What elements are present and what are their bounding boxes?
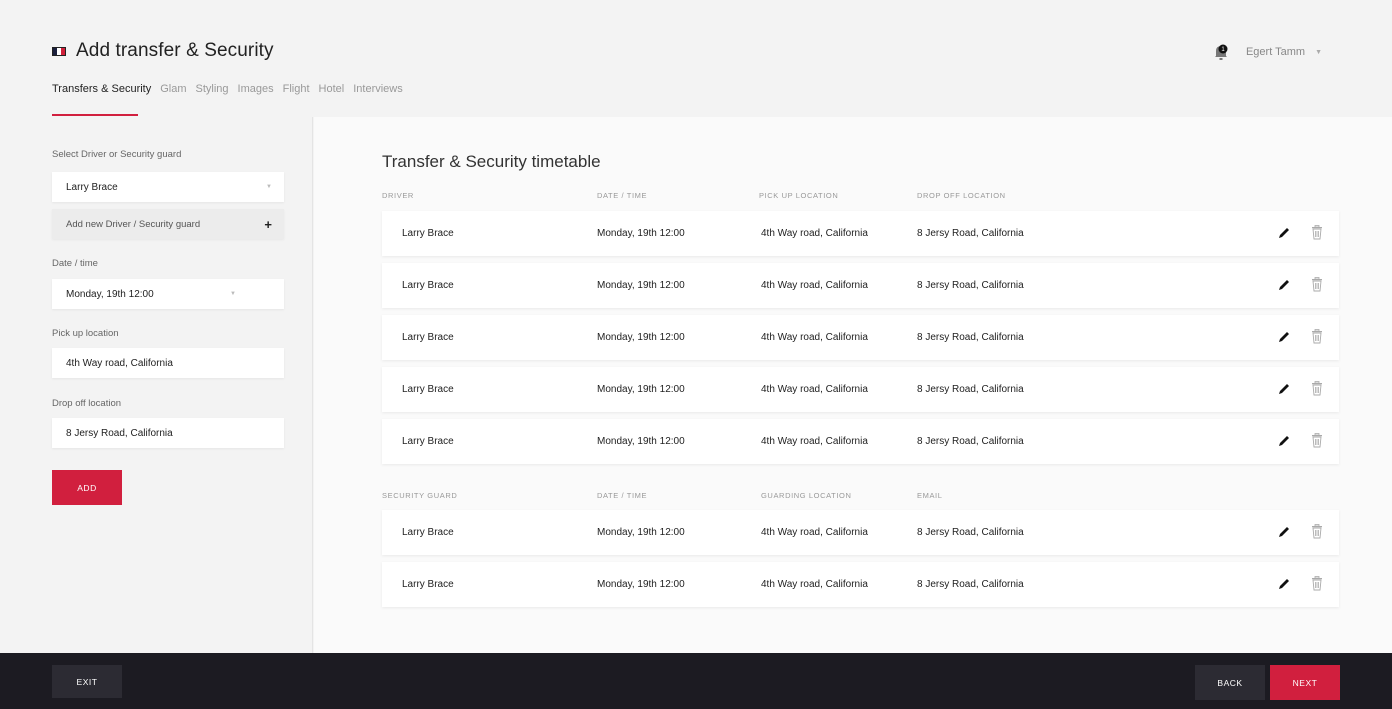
cell-date-time: Monday, 19th 12:00 xyxy=(597,436,685,447)
cell-location: 4th Way road, California xyxy=(761,280,868,291)
col-head-driver: DRIVER xyxy=(382,191,414,200)
col-head-guarding-location: GUARDING LOCATION xyxy=(761,491,852,500)
col-head-date-time: DATE / TIME xyxy=(597,191,648,200)
tab-transfers-security[interactable]: Transfers & Security xyxy=(52,83,151,95)
cell-name: Larry Brace xyxy=(402,280,454,291)
cell-secondary: 8 Jersy Road, California xyxy=(917,384,1024,395)
cell-name: Larry Brace xyxy=(402,332,454,343)
chevron-down-icon: ▼ xyxy=(230,291,236,297)
cell-name: Larry Brace xyxy=(402,436,454,447)
col-head-email: EMAIL xyxy=(917,491,943,500)
table-row: Larry Brace Monday, 19th 12:00 4th Way roa… xyxy=(382,562,1339,607)
cell-location: 4th Way road, California xyxy=(761,436,868,447)
dropoff-label: Drop off location xyxy=(52,398,122,409)
cell-secondary: 8 Jersy Road, California xyxy=(917,280,1024,291)
col-head-pickup: PICK UP LOCATION xyxy=(759,191,839,200)
cell-location: 4th Way road, California xyxy=(761,332,868,343)
trash-icon[interactable] xyxy=(1311,329,1323,344)
page-footer: EXIT BACK NEXT xyxy=(0,653,1392,709)
active-tab-indicator xyxy=(52,114,138,116)
cell-name: Larry Brace xyxy=(402,579,454,590)
col-head-date-time: DATE / TIME xyxy=(597,491,648,500)
date-time-select[interactable]: Monday, 19th 12:00 ▼ xyxy=(52,279,284,309)
pickup-location-input[interactable]: 4th Way road, California xyxy=(52,348,284,378)
date-time-value: Monday, 19th 12:00 xyxy=(66,288,154,300)
edit-icon[interactable] xyxy=(1277,382,1291,396)
table-row: Larry Brace Monday, 19th 12:00 4th Way roa… xyxy=(382,510,1339,555)
cell-date-time: Monday, 19th 12:00 xyxy=(597,384,685,395)
col-head-security-guard: SECURITY GUARD xyxy=(382,491,458,500)
col-head-dropoff: DROP OFF LOCATION xyxy=(917,191,1006,200)
tab-flight[interactable]: Flight xyxy=(283,83,310,95)
table-row: Larry Brace Monday, 19th 12:00 4th Way roa… xyxy=(382,367,1339,412)
edit-icon[interactable] xyxy=(1277,525,1291,539)
cell-date-time: Monday, 19th 12:00 xyxy=(597,579,685,590)
tab-glam[interactable]: Glam xyxy=(160,83,186,95)
timetable-panel: Transfer & Security timetable DRIVER DAT… xyxy=(314,117,1392,653)
table-row: Larry Brace Monday, 19th 12:00 4th Way roa… xyxy=(382,211,1339,256)
title-row: Add transfer & Security xyxy=(52,40,274,62)
page-header: Add transfer & Security Transfers & Secu… xyxy=(0,0,1392,117)
trash-icon[interactable] xyxy=(1311,433,1323,448)
edit-icon[interactable] xyxy=(1277,226,1291,240)
dropoff-location-value: 8 Jersy Road, California xyxy=(66,427,173,439)
table-row: Larry Brace Monday, 19th 12:00 4th Way roa… xyxy=(382,315,1339,360)
add-new-label: Add new Driver / Security guard xyxy=(66,218,201,230)
add-new-driver-button[interactable]: Add new Driver / Security guard + xyxy=(52,209,284,239)
edit-icon[interactable] xyxy=(1277,278,1291,292)
cell-location: 4th Way road, California xyxy=(761,384,868,395)
cell-date-time: Monday, 19th 12:00 xyxy=(597,527,685,538)
add-button[interactable]: ADD xyxy=(52,470,122,505)
cell-name: Larry Brace xyxy=(402,527,454,538)
trash-icon[interactable] xyxy=(1311,576,1323,591)
trash-icon[interactable] xyxy=(1311,277,1323,292)
exit-button[interactable]: EXIT xyxy=(52,665,122,698)
pickup-location-value: 4th Way road, California xyxy=(66,357,173,369)
tab-hotel[interactable]: Hotel xyxy=(319,83,345,95)
driver-select-value: Larry Brace xyxy=(66,181,118,193)
cell-name: Larry Brace xyxy=(402,384,454,395)
cell-location: 4th Way road, California xyxy=(761,527,868,538)
table-row: Larry Brace Monday, 19th 12:00 4th Way roa… xyxy=(382,419,1339,464)
cell-secondary: 8 Jersy Road, California xyxy=(917,332,1024,343)
select-label: Select Driver or Security guard xyxy=(52,149,182,160)
tab-bar: Transfers & Security Glam Styling Images… xyxy=(52,83,412,95)
edit-icon[interactable] xyxy=(1277,330,1291,344)
plus-icon: + xyxy=(264,216,272,232)
edit-icon[interactable] xyxy=(1277,434,1291,448)
back-button[interactable]: BACK xyxy=(1195,665,1265,700)
table-row: Larry Brace Monday, 19th 12:00 4th Way roa… xyxy=(382,263,1339,308)
cell-date-time: Monday, 19th 12:00 xyxy=(597,332,685,343)
user-menu[interactable]: 1 Egert Tamm ▼ xyxy=(1214,44,1322,60)
bell-icon[interactable]: 1 xyxy=(1214,44,1228,60)
page-title: Add transfer & Security xyxy=(76,40,274,61)
cell-date-time: Monday, 19th 12:00 xyxy=(597,280,685,291)
flag-icon xyxy=(52,46,66,56)
tab-images[interactable]: Images xyxy=(238,83,274,95)
tab-interviews[interactable]: Interviews xyxy=(353,83,403,95)
cell-secondary: 8 Jersy Road, California xyxy=(917,436,1024,447)
cell-secondary: 8 Jersy Road, California xyxy=(917,579,1024,590)
date-label: Date / time xyxy=(52,258,98,269)
tab-styling[interactable]: Styling xyxy=(196,83,229,95)
pickup-label: Pick up location xyxy=(52,328,119,339)
cell-location: 4th Way road, California xyxy=(761,579,868,590)
trash-icon[interactable] xyxy=(1311,381,1323,396)
dropoff-location-input[interactable]: 8 Jersy Road, California xyxy=(52,418,284,448)
cell-name: Larry Brace xyxy=(402,228,454,239)
cell-location: 4th Way road, California xyxy=(761,228,868,239)
next-button[interactable]: NEXT xyxy=(1270,665,1340,700)
timetable-title: Transfer & Security timetable xyxy=(382,152,601,171)
user-name[interactable]: Egert Tamm xyxy=(1246,46,1305,58)
cell-date-time: Monday, 19th 12:00 xyxy=(597,228,685,239)
cell-secondary: 8 Jersy Road, California xyxy=(917,527,1024,538)
trash-icon[interactable] xyxy=(1311,225,1323,240)
edit-icon[interactable] xyxy=(1277,577,1291,591)
sidebar-form: Select Driver or Security guard Larry Br… xyxy=(0,117,313,653)
trash-icon[interactable] xyxy=(1311,524,1323,539)
chevron-down-icon[interactable]: ▼ xyxy=(1315,49,1322,56)
chevron-down-icon: ▼ xyxy=(266,184,272,190)
cell-secondary: 8 Jersy Road, California xyxy=(917,228,1024,239)
driver-select[interactable]: Larry Brace ▼ xyxy=(52,172,284,202)
